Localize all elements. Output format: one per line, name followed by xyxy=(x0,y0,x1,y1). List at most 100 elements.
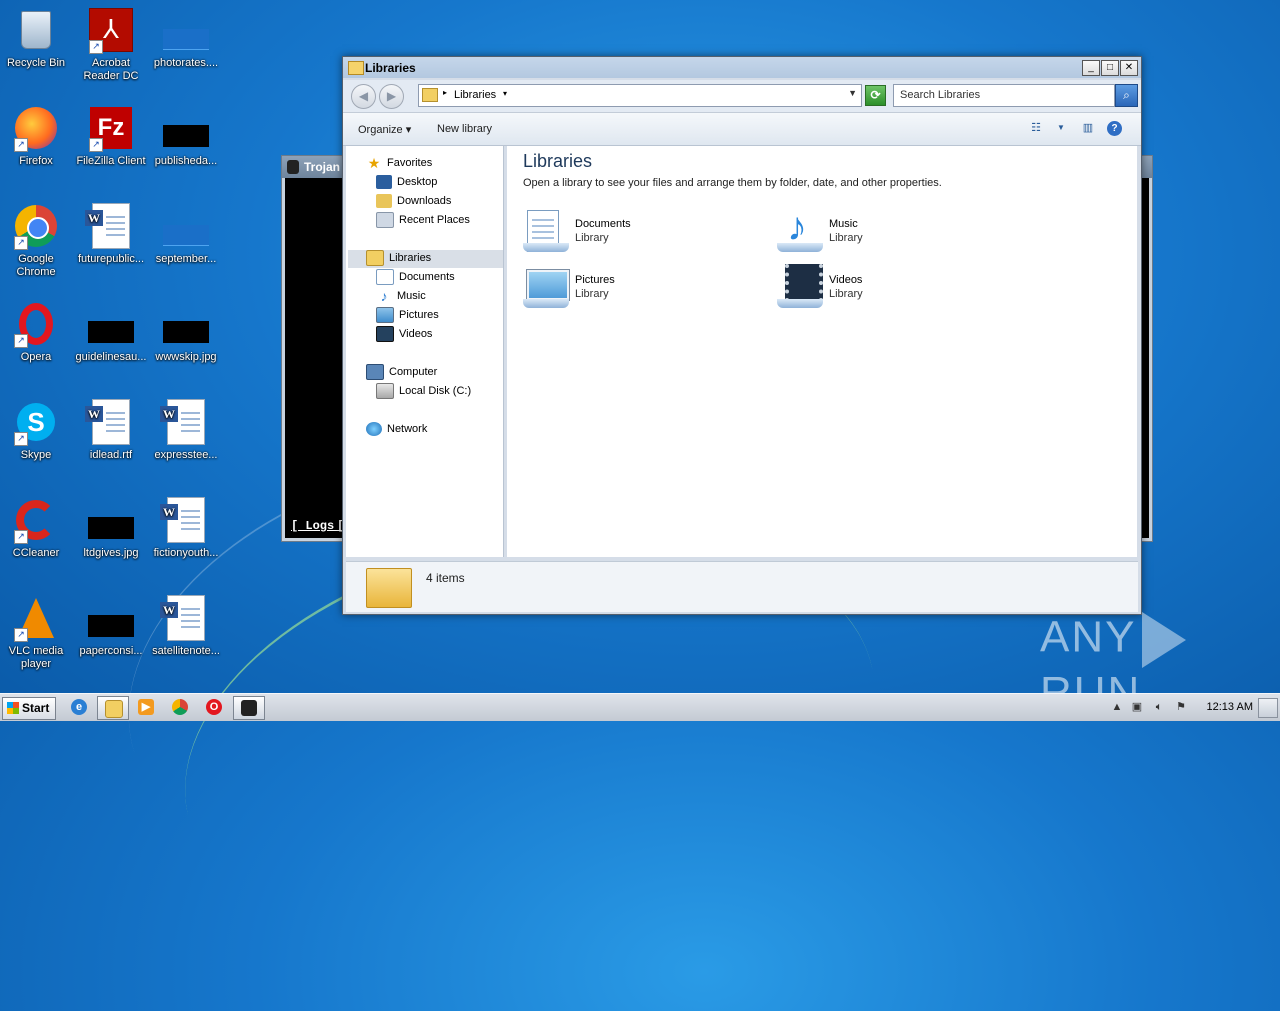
address-bar[interactable]: ▸ Libraries ▾ ▼ xyxy=(418,84,862,107)
desktop-icon-ccleaner[interactable]: ↗ CCleaner xyxy=(0,496,74,560)
network-globe-icon xyxy=(366,422,382,437)
breadcrumb-arrow-icon[interactable]: ▸ xyxy=(443,88,447,97)
computer-icon xyxy=(366,364,384,381)
preview-pane-icon[interactable]: ▥ xyxy=(1080,121,1096,135)
forward-button[interactable]: ▶ xyxy=(379,84,404,109)
nav-item-documents[interactable]: Documents xyxy=(376,268,455,287)
desktop-icon-paperconsi[interactable]: paperconsi... xyxy=(73,594,149,658)
nav-item-libraries[interactable]: Libraries xyxy=(366,249,431,268)
breadcrumb-chevron-down-icon[interactable]: ▾ xyxy=(503,89,507,98)
desktop-icon-recycle-bin[interactable]: Recycle Bin xyxy=(0,6,74,70)
desktop-icon-futurepublic[interactable]: W futurepublic... xyxy=(73,202,149,266)
libraries-folder-icon xyxy=(348,61,364,75)
desktop-icon-skype[interactable]: S ↗ Skype xyxy=(0,398,74,462)
back-button[interactable]: ◀ xyxy=(351,84,376,109)
nav-item-videos[interactable]: Videos xyxy=(376,325,432,344)
taskbar: Start e ▶ O ▲ ▣ 🔈︎ ⚑ 12:13 AM xyxy=(0,693,1280,721)
desktop-icon-firefox[interactable]: ↗ Firefox xyxy=(0,104,74,168)
image-thumbnail-icon xyxy=(88,517,134,539)
nav-item-downloads[interactable]: Downloads xyxy=(376,192,451,211)
image-thumbnail-icon xyxy=(88,615,134,637)
taskbar-trojan-app[interactable] xyxy=(233,696,265,720)
chrome-icon xyxy=(172,699,188,715)
libraries-description: Open a library to see your files and arr… xyxy=(523,177,942,189)
media-player-icon: ▶ xyxy=(138,699,154,715)
start-button[interactable]: Start xyxy=(2,697,56,720)
maximize-button[interactable]: □ xyxy=(1101,60,1119,76)
desktop-icon-guidelinesau[interactable]: guidelinesau... xyxy=(73,300,149,364)
documents-library-icon xyxy=(523,208,571,254)
refresh-button[interactable]: ⟳ xyxy=(865,85,886,106)
taskbar-chrome[interactable] xyxy=(165,696,195,718)
library-item-music[interactable]: ♪ Music Library xyxy=(777,205,1017,258)
volume-icon[interactable]: 🔈︎ xyxy=(1152,700,1166,714)
nav-item-music[interactable]: ♪ Music xyxy=(376,287,426,306)
view-options-chevron-down-icon[interactable]: ▼ xyxy=(1053,121,1069,135)
nav-item-favorites[interactable]: ★ Favorites xyxy=(366,154,433,173)
desktop-icon-idlead[interactable]: W idlead.rtf xyxy=(73,398,149,462)
image-thumbnail-icon xyxy=(163,125,209,147)
taskbar-explorer[interactable] xyxy=(97,696,129,720)
help-icon[interactable]: ? xyxy=(1107,121,1122,136)
desktop-icon-acrobat[interactable]: ⅄ ↗ Acrobat Reader DC xyxy=(73,6,149,83)
pictures-icon xyxy=(376,307,394,324)
show-hidden-icons-icon[interactable]: ▲ xyxy=(1110,700,1124,714)
desktop-icon-satellitenote[interactable]: W satellitenote... xyxy=(148,594,224,658)
content-pane: Libraries Open a library to see your fil… xyxy=(507,146,1137,557)
nav-item-computer[interactable]: Computer xyxy=(366,363,437,382)
desktop-icon-opera[interactable]: ↗ Opera xyxy=(0,300,74,364)
videos-library-icon xyxy=(777,264,825,310)
close-button[interactable]: ✕ xyxy=(1120,60,1138,76)
libraries-icon xyxy=(366,250,384,267)
play-logo-icon xyxy=(1142,612,1187,668)
library-item-pictures[interactable]: Pictures Library xyxy=(523,264,763,314)
recycle-bin-icon xyxy=(21,11,51,49)
item-count: 4 items xyxy=(426,571,465,585)
libraries-large-icon xyxy=(366,568,412,608)
desktop-icon-chrome[interactable]: ↗ Google Chrome xyxy=(0,202,74,279)
taskbar-media-player[interactable]: ▶ xyxy=(131,696,161,718)
libraries-heading: Libraries xyxy=(523,151,593,171)
network-tray-icon[interactable]: ▣ xyxy=(1130,700,1144,714)
desktop-icon-expresstee[interactable]: W expresstee... xyxy=(148,398,224,462)
trojan-app-icon xyxy=(287,160,299,174)
libraries-window[interactable]: Libraries _ □ ✕ ◀ ▶ ▸ Libraries ▾ ▼ ⟳ Se… xyxy=(342,56,1142,615)
desktop-icon-ltdgives[interactable]: ltdgives.jpg xyxy=(73,496,149,560)
change-view-icon[interactable]: ☷ xyxy=(1028,121,1044,135)
library-item-documents[interactable]: Documents Library xyxy=(523,208,763,258)
clock[interactable]: 12:13 AM xyxy=(1207,701,1253,713)
minimize-button[interactable]: _ xyxy=(1082,60,1100,76)
action-center-flag-icon[interactable]: ⚑ xyxy=(1174,700,1188,714)
desktop-icon-wwwskip[interactable]: wwwskip.jpg xyxy=(148,300,224,364)
recent-places-icon xyxy=(376,212,394,229)
desktop-icon-vlc[interactable]: ↗ VLC media player xyxy=(0,594,74,671)
taskbar-opera[interactable]: O xyxy=(199,696,229,718)
search-placeholder: Search Libraries xyxy=(900,89,981,101)
nav-item-pictures[interactable]: Pictures xyxy=(376,306,439,325)
search-input[interactable]: Search Libraries xyxy=(893,84,1115,107)
desktop-icon-filezilla[interactable]: Fz ↗ FileZilla Client xyxy=(73,104,149,168)
new-library-button[interactable]: New library xyxy=(437,123,492,135)
breadcrumb-libraries[interactable]: Libraries xyxy=(454,89,496,101)
taskbar-internet-explorer[interactable]: e xyxy=(64,696,94,718)
trojan-app-icon xyxy=(241,700,257,716)
system-tray: ▲ ▣ 🔈︎ ⚑ 12:13 AM xyxy=(1104,694,1280,721)
desktop-icon-fictionyouth[interactable]: W fictionyouth... xyxy=(148,496,224,560)
show-desktop-button[interactable] xyxy=(1258,698,1278,718)
desktop-icon-september[interactable]: september... xyxy=(148,202,224,266)
desktop-icon-photorates[interactable]: photorates.... xyxy=(148,6,224,70)
nav-item-recent-places[interactable]: Recent Places xyxy=(376,211,470,230)
window-titlebar[interactable]: Libraries _ □ ✕ xyxy=(343,57,1141,78)
downloads-folder-icon xyxy=(376,194,392,209)
nav-item-desktop[interactable]: Desktop xyxy=(376,173,437,192)
libraries-icon xyxy=(422,88,438,102)
desktop-icon-publisheda[interactable]: publisheda... xyxy=(148,104,224,168)
nav-item-network[interactable]: Network xyxy=(366,420,427,439)
organize-menu-button[interactable]: Organize ▾ xyxy=(358,123,411,136)
search-icon[interactable]: ⌕ xyxy=(1115,84,1138,107)
address-history-dropdown-icon[interactable]: ▼ xyxy=(848,88,857,98)
music-library-icon: ♪ xyxy=(777,205,825,254)
hard-drive-icon xyxy=(376,383,394,400)
library-item-videos[interactable]: Videos Library xyxy=(777,264,1017,314)
nav-item-local-disk[interactable]: Local Disk (C:) xyxy=(376,382,471,401)
